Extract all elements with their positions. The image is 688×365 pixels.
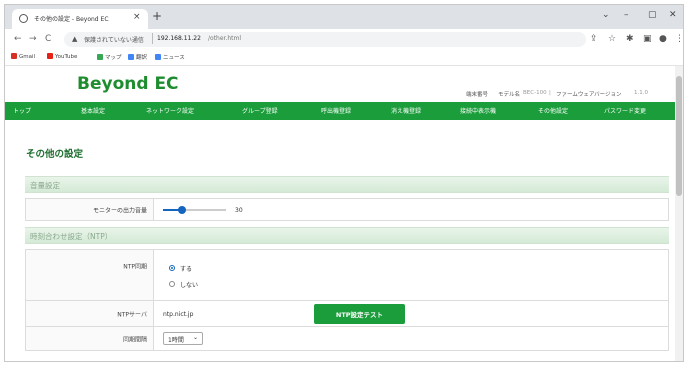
url-path: /other.html (208, 35, 242, 42)
bookmark-label: Gmail (19, 54, 36, 60)
bookmarks-bar: Gmail YouTube マップ 翻訳 ニュース (5, 50, 683, 66)
news-icon (155, 54, 161, 60)
translate-icon (128, 54, 134, 60)
address-bar: ← → C ▲ 保護されていない通信 192.168.11.22 /other.… (5, 29, 683, 51)
section-sound: 音量設定 (25, 176, 669, 193)
bookmark-news[interactable]: ニュース (155, 53, 185, 61)
model-value: BEC-100 (523, 90, 547, 96)
globe-icon (19, 14, 28, 23)
ntp-test-button[interactable]: NTP設定テスト (314, 304, 405, 324)
bookmark-gmail[interactable]: Gmail (11, 53, 35, 60)
share-icon[interactable]: ⇪ (590, 34, 598, 44)
browser-window: その他の設定 - Beyond EC × + ⌄ – ▢ ✕ ← → C ▲ 保… (4, 4, 684, 362)
nav-basic-settings[interactable]: 基本設定 (81, 106, 105, 115)
ntp-sync-label-cell: NTP同期 (26, 250, 154, 300)
interval-select[interactable]: 1時間 ⌄ (163, 332, 203, 345)
ntp-off-radio[interactable] (169, 281, 175, 287)
interval-value: 1時間 (168, 337, 184, 344)
site-nav: トップ 基本設定 ネットワーク設定 グループ登録 呼出機登録 消え機登録 接続中… (5, 102, 677, 120)
window-close-icon[interactable]: ✕ (669, 10, 677, 20)
monitor-volume-value: 30 (235, 207, 243, 214)
nav-network-settings[interactable]: ネットワーク設定 (146, 106, 194, 115)
interval-label: 同期間隔 (122, 336, 147, 343)
nav-caller-register[interactable]: 呼出機登録 (321, 106, 351, 115)
nav-connected-display[interactable]: 接続中表示機 (460, 106, 496, 115)
section-sound-title: 音量設定 (30, 181, 60, 190)
maps-icon (97, 54, 103, 60)
back-icon[interactable]: ← (14, 34, 22, 44)
monitor-volume-label-cell: モニターの出力音量 (26, 199, 154, 220)
bookmark-translate[interactable]: 翻訳 (128, 53, 147, 61)
ntp-on-label: する (180, 266, 193, 273)
serial-label: 端末番号 (466, 92, 489, 98)
side-panel-icon[interactable]: ▣ (643, 34, 652, 44)
nav-top[interactable]: トップ (13, 106, 31, 115)
chevron-down-icon: ⌄ (192, 334, 198, 341)
maximize-icon[interactable]: ▢ (648, 10, 657, 20)
extensions-icon[interactable]: ✱ (626, 34, 634, 44)
firmware-value: 1.1.0 (634, 90, 648, 96)
scrollbar-thumb[interactable] (676, 76, 682, 196)
monitor-volume-row: モニターの出力音量 30 (25, 198, 669, 221)
slider-thumb[interactable] (177, 206, 186, 214)
ntp-server-label: NTPサーバ (117, 311, 147, 318)
interval-label-cell: 同期間隔 (26, 327, 154, 350)
url-host: 192.168.11.22 (157, 35, 201, 42)
bookmark-label: ニュース (163, 55, 185, 61)
new-tab-icon[interactable]: + (152, 10, 162, 22)
page-title: その他の設定 (26, 149, 84, 160)
ntp-server-label-cell: NTPサーバ (26, 301, 154, 326)
bookmark-youtube[interactable]: YouTube (47, 53, 77, 60)
nav-password-change[interactable]: パスワード変更 (604, 106, 646, 115)
forward-icon[interactable]: → (29, 34, 37, 44)
browser-tab[interactable]: その他の設定 - Beyond EC × (12, 9, 148, 29)
bookmark-label: 翻訳 (136, 55, 148, 61)
url-separator (152, 33, 153, 44)
firmware-label: ファームウェアバージョン (556, 92, 622, 98)
ntp-sync-row: NTP同期 する しない (25, 249, 669, 301)
tab-close-icon[interactable]: × (133, 12, 141, 22)
tab-search-icon[interactable]: ⌄ (602, 10, 610, 20)
nav-erase-register[interactable]: 消え機登録 (391, 106, 421, 115)
page-content: Beyond EC 端末番号 モデル名 BEC-100 | ファームウェアバージ… (5, 66, 677, 361)
ntp-off-label: しない (180, 282, 199, 289)
youtube-icon (47, 53, 53, 59)
tab-strip: その他の設定 - Beyond EC × + ⌄ – ▢ ✕ (5, 5, 683, 29)
tab-title: その他の設定 - Beyond EC (34, 16, 109, 23)
menu-icon[interactable]: ⋮ (675, 34, 683, 44)
reload-icon[interactable]: C (45, 34, 51, 44)
section-ntp-title: 時刻合わせ設定（NTP） (30, 232, 113, 241)
interval-row: 同期間隔 1時間 ⌄ (25, 327, 669, 351)
site-logo: Beyond EC (77, 74, 179, 94)
url-field[interactable]: ▲ 保護されていない通信 192.168.11.22 /other.html (64, 32, 586, 47)
minimize-icon[interactable]: – (624, 10, 629, 20)
monitor-volume-slider[interactable] (163, 206, 226, 214)
nav-group-register[interactable]: グループ登録 (242, 106, 278, 115)
bookmark-star-icon[interactable]: ☆ (608, 34, 616, 44)
ntp-on-radio[interactable] (169, 265, 175, 271)
ntp-server-input[interactable] (163, 308, 311, 320)
monitor-volume-label: モニターの出力音量 (92, 207, 147, 214)
model-label: モデル名 (498, 92, 521, 98)
profile-icon[interactable]: ● (659, 34, 667, 44)
warning-icon: ▲ (72, 35, 78, 43)
ntp-sync-label: NTP同期 (123, 263, 147, 271)
security-status[interactable]: 保護されていない通信 (84, 35, 144, 44)
bookmark-label: YouTube (55, 54, 78, 60)
header-divider: | (549, 90, 551, 96)
bookmark-label: マップ (105, 55, 122, 61)
gmail-icon (11, 53, 17, 59)
bookmark-maps[interactable]: マップ (97, 53, 122, 61)
nav-other-settings[interactable]: その他設定 (538, 106, 568, 115)
section-ntp: 時刻合わせ設定（NTP） (25, 227, 669, 244)
page-scrollbar[interactable] (675, 66, 683, 361)
ntp-server-row: NTPサーバ NTP設定テスト (25, 301, 669, 327)
